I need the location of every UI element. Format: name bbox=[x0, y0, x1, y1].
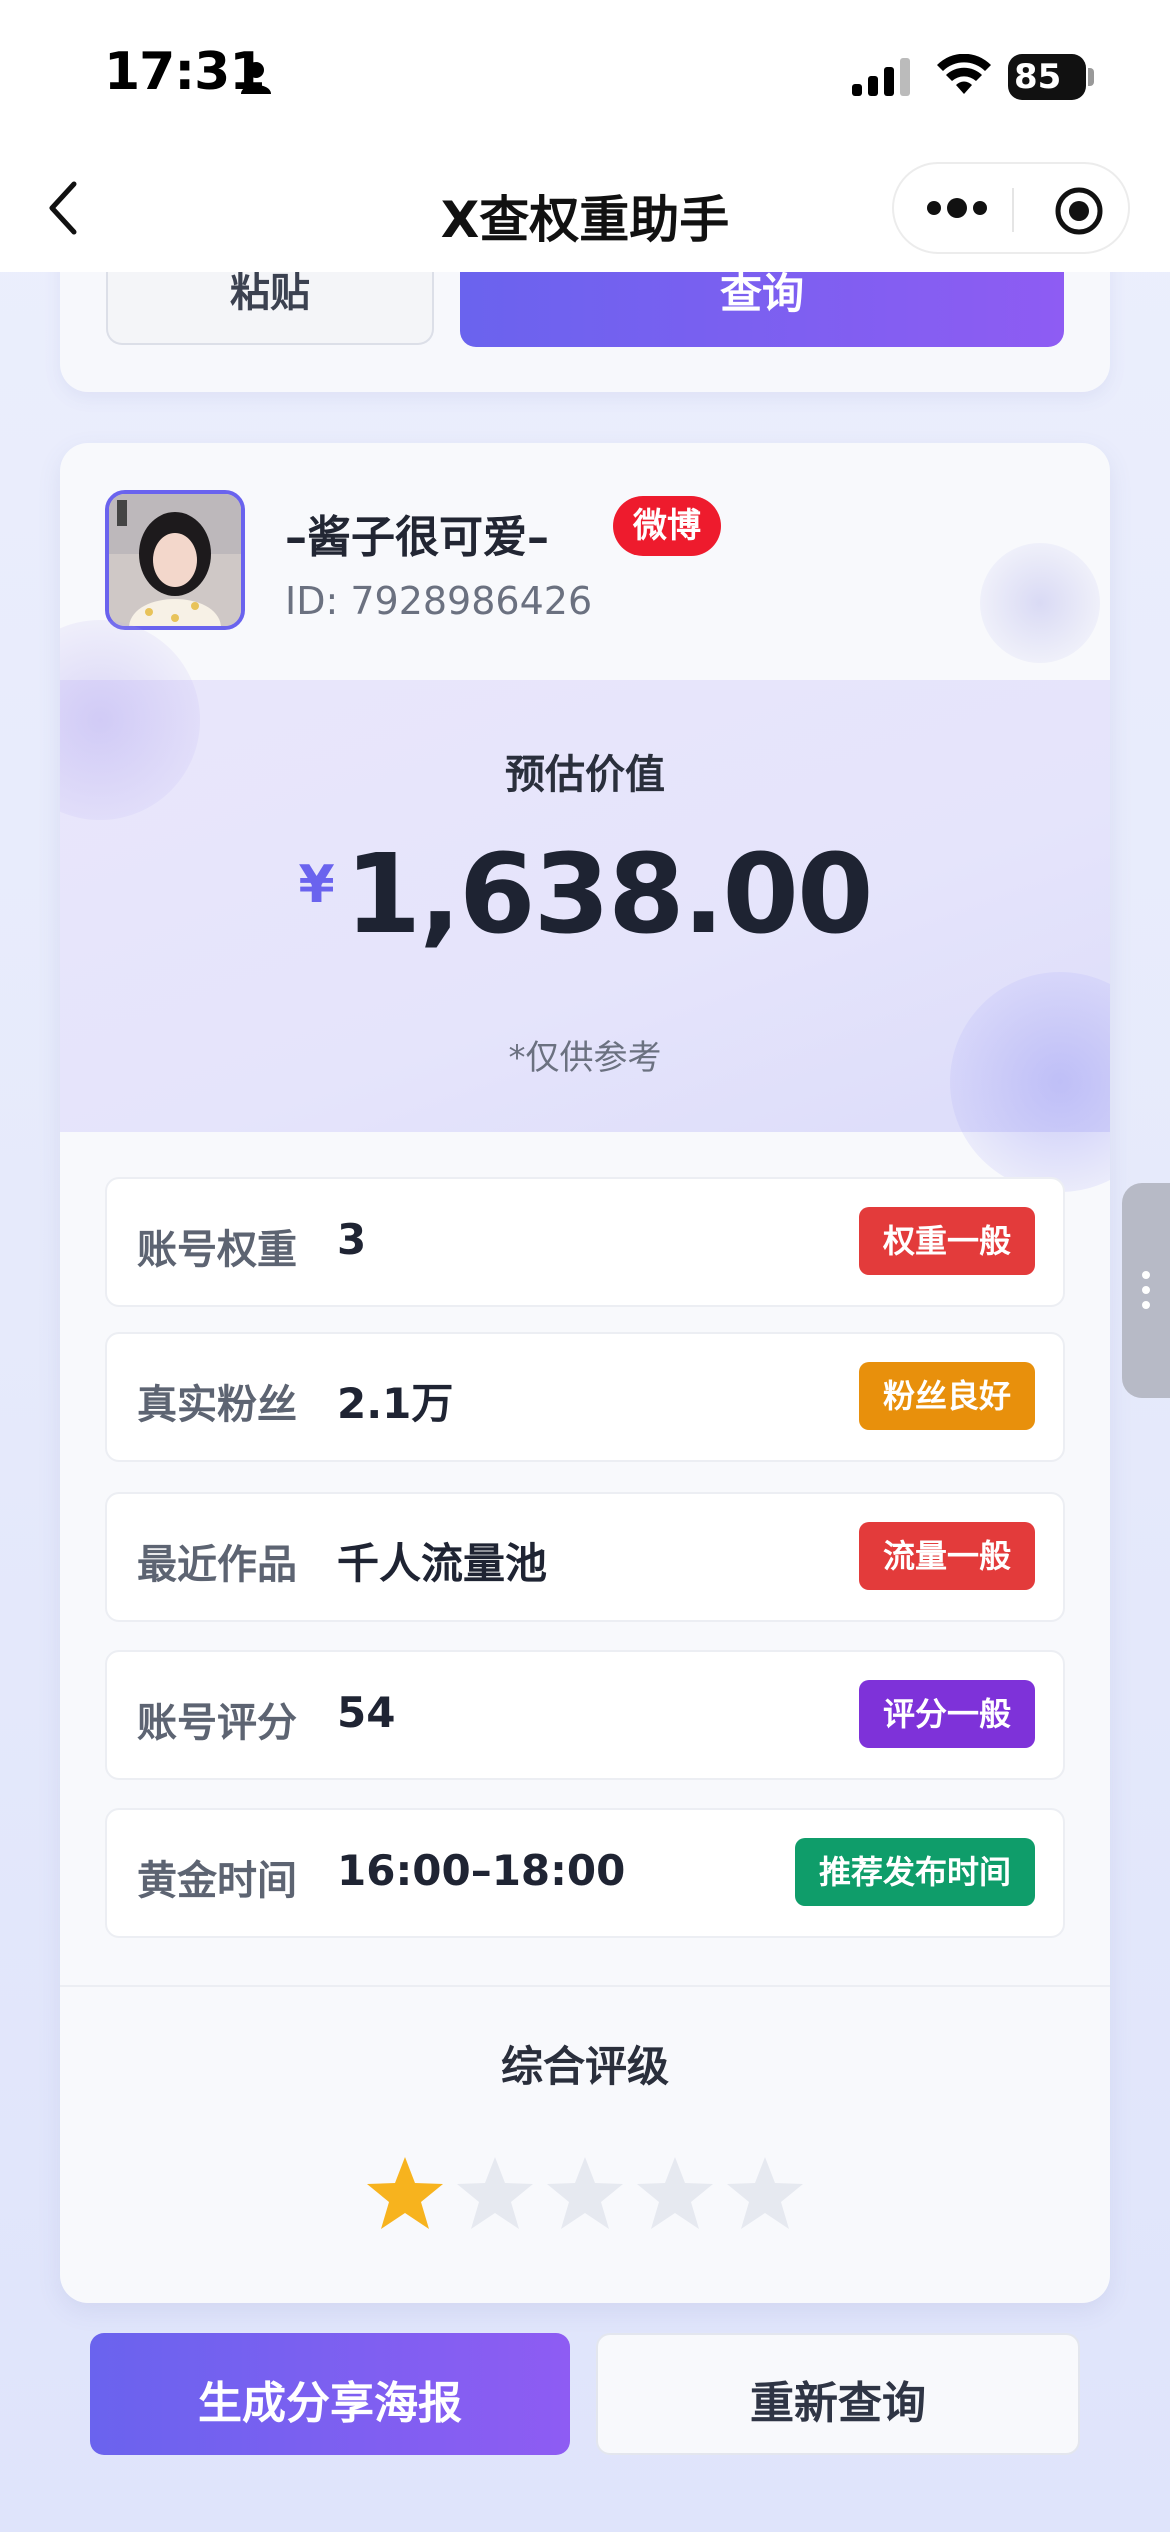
nav-bar: X查权重助手 bbox=[0, 150, 1170, 272]
handle-dot bbox=[1142, 1271, 1150, 1279]
valuation-label: 预估价值 bbox=[505, 752, 665, 798]
star-empty-icon bbox=[637, 2157, 713, 2229]
star-rating bbox=[365, 2153, 805, 2233]
handle-dot bbox=[1142, 1301, 1150, 1309]
battery-level: 85 bbox=[1008, 54, 1086, 100]
stat-row-fans: 真实粉丝 2.1万 粉丝良好 bbox=[105, 1332, 1065, 1462]
battery-tip bbox=[1088, 68, 1094, 86]
stat-tag: 评分一般 bbox=[858, 1680, 1035, 1748]
cellular-signal-icon bbox=[852, 58, 910, 96]
stat-value: 16:00–18:00 bbox=[337, 1846, 626, 1895]
wifi-icon bbox=[937, 54, 991, 94]
stat-key: 账号评分 bbox=[137, 1700, 297, 1746]
mini-program-capsule bbox=[892, 162, 1130, 254]
result-card: –酱子很可爱– 微博 ID: 7928986426 预估价值 ¥1,638.00… bbox=[60, 443, 1110, 2303]
stat-row-score: 账号评分 54 评分一般 bbox=[105, 1650, 1065, 1780]
stat-key: 账号权重 bbox=[137, 1227, 297, 1273]
decorative-glow bbox=[980, 543, 1100, 663]
section-divider bbox=[60, 1985, 1110, 1987]
stat-tag: 流量一般 bbox=[858, 1522, 1035, 1590]
stat-key: 最近作品 bbox=[137, 1542, 297, 1588]
account-nickname: –酱子很可爱– bbox=[285, 512, 549, 563]
stat-tag: 粉丝良好 bbox=[858, 1362, 1035, 1430]
handle-dot bbox=[1142, 1286, 1150, 1294]
generate-poster-label: 生成分享海报 bbox=[198, 2378, 462, 2429]
stat-value: 2.1万 bbox=[337, 1379, 454, 1428]
currency-symbol: ¥ bbox=[298, 855, 335, 915]
battery-indicator: 85 bbox=[1008, 54, 1094, 100]
stat-row-weight: 账号权重 3 权重一般 bbox=[105, 1177, 1065, 1307]
valuation-panel: 预估价值 ¥1,638.00 *仅供参考 bbox=[60, 620, 1110, 1192]
stat-key: 真实粉丝 bbox=[137, 1382, 297, 1428]
generate-poster-button[interactable]: 生成分享海报 bbox=[90, 2333, 570, 2455]
stat-tag: 推荐发布时间 bbox=[794, 1838, 1035, 1906]
platform-badge: 微博 bbox=[613, 496, 721, 556]
requery-label: 重新查询 bbox=[750, 2378, 926, 2429]
stat-row-recent-works: 最近作品 千人流量池 流量一般 bbox=[105, 1492, 1065, 1622]
stat-key: 黄金时间 bbox=[137, 1858, 297, 1904]
avatar-image bbox=[109, 494, 241, 626]
star-empty-icon bbox=[727, 2157, 803, 2229]
stat-row-golden-time: 黄金时间 16:00–18:00 推荐发布时间 bbox=[105, 1808, 1065, 1938]
person-icon bbox=[241, 62, 271, 94]
valuation-amount-row: ¥1,638.00 bbox=[60, 830, 1110, 958]
stat-tag: 权重一般 bbox=[858, 1207, 1035, 1275]
more-dots-icon[interactable] bbox=[924, 188, 990, 228]
stat-value: 千人流量池 bbox=[337, 1539, 548, 1588]
valuation-note: *仅供参考 bbox=[508, 1038, 662, 1078]
side-float-handle[interactable] bbox=[1122, 1183, 1170, 1398]
target-circle-icon[interactable] bbox=[1054, 186, 1104, 236]
requery-button[interactable]: 重新查询 bbox=[596, 2333, 1080, 2455]
star-filled-icon bbox=[367, 2157, 443, 2229]
rating-title: 综合评级 bbox=[500, 2042, 669, 2091]
stat-value: 3 bbox=[337, 1215, 367, 1264]
decorative-orb bbox=[950, 972, 1110, 1192]
stat-value: 54 bbox=[337, 1688, 396, 1737]
status-bar: 17:31 85 bbox=[0, 0, 1170, 150]
avatar bbox=[105, 490, 245, 630]
valuation-amount: 1,638.00 bbox=[344, 830, 874, 958]
capsule-divider bbox=[1012, 188, 1014, 232]
star-empty-icon bbox=[457, 2157, 533, 2229]
star-empty-icon bbox=[547, 2157, 623, 2229]
account-id: ID: 7928986426 bbox=[285, 579, 593, 623]
